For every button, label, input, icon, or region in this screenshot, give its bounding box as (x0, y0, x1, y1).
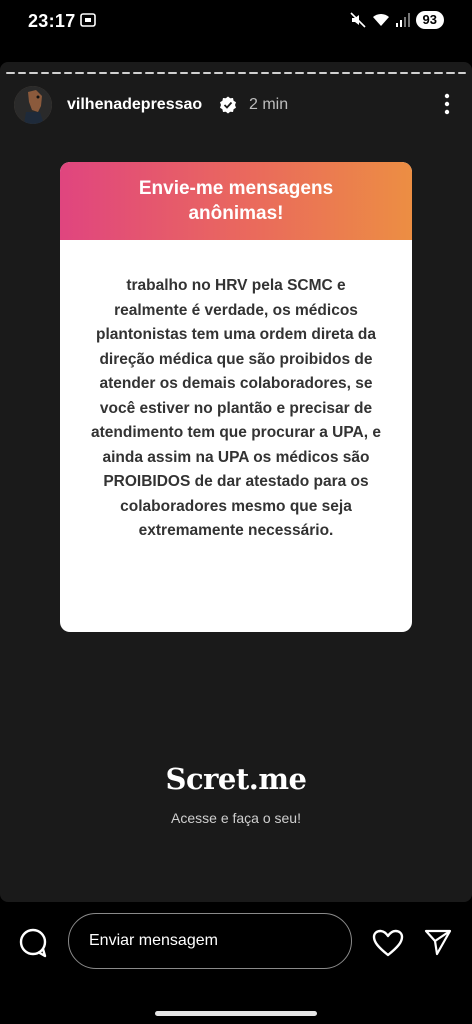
story-time-ago: 2 min (249, 96, 289, 113)
story-header: vilhenadepressao 2 min (14, 86, 458, 126)
brand-logo: Scret.me (165, 762, 307, 796)
mute-icon (349, 12, 366, 28)
status-bar: 23:17 93 (0, 0, 472, 42)
status-icons: 93 (349, 11, 444, 29)
brand-tagline: Acesse e faça o seu! (171, 810, 301, 826)
heart-icon[interactable] (372, 929, 404, 957)
screen: 23:17 93 vilhenadepressao 2 min Envie-me… (0, 0, 472, 1024)
username[interactable]: vilhenadepressao (67, 96, 202, 114)
anonymous-message-card: Envie-me mensagens anônimas! trabalho no… (60, 162, 412, 632)
avatar-image (14, 86, 52, 124)
send-icon[interactable] (424, 928, 452, 956)
battery-indicator: 93 (415, 11, 444, 29)
camera-icon[interactable] (18, 928, 48, 958)
more-options-icon[interactable] (444, 92, 450, 116)
signal-icon (395, 13, 410, 27)
card-title: Envie-me mensagens anônimas! (138, 178, 334, 224)
story-view[interactable]: vilhenadepressao 2 min Envie-me mensagen… (0, 62, 472, 902)
message-input[interactable]: Enviar mensagem (68, 913, 352, 969)
card-message: trabalho no HRV pela SCMC e realmente é … (91, 277, 381, 539)
wifi-icon (372, 13, 389, 26)
reply-bar: Enviar mensagem (0, 904, 472, 982)
screen-cast-icon (80, 13, 96, 27)
card-header: Envie-me mensagens anônimas! (60, 162, 412, 240)
status-time: 23:17 (28, 11, 76, 31)
home-indicator[interactable] (155, 1011, 317, 1016)
story-progress-bar (6, 72, 467, 74)
avatar[interactable] (14, 86, 52, 124)
verified-badge-icon (220, 96, 236, 114)
